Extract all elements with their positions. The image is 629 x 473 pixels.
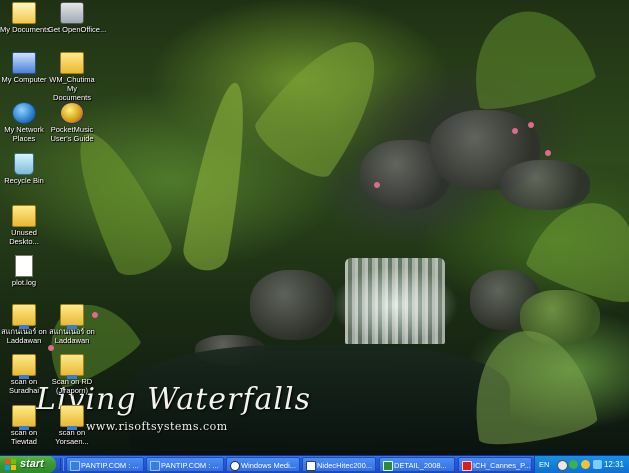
taskbar-button-nidechitec[interactable]: NidecHitec200...: [302, 457, 376, 472]
language-indicator[interactable]: EN: [539, 456, 549, 473]
flower: [374, 182, 380, 188]
desktop-icon-label: My Documents: [0, 25, 51, 34]
taskbar-button-pantip-2[interactable]: PANTIP.COM : ...: [146, 457, 224, 472]
fern-leaf: [180, 78, 258, 274]
clock[interactable]: 12:31: [604, 456, 624, 473]
network-folder-icon: [60, 405, 84, 430]
flower: [48, 345, 54, 351]
desktop-icon-scan-yorsaen[interactable]: scan on Yorsaen...: [48, 405, 96, 446]
spreadsheet-icon: [383, 461, 393, 471]
network-folder-icon: [12, 405, 36, 430]
flower: [528, 122, 534, 128]
desktop-icon-label: สแกนเนอร์ on Laddawan: [49, 327, 95, 345]
ie-icon: [70, 461, 80, 471]
folder-icon: [12, 205, 36, 227]
desktop-icon-recycle-bin[interactable]: Recycle Bin: [0, 153, 48, 185]
taskbar-button-label: ICH_Cannes_P...: [473, 461, 531, 470]
rock: [500, 160, 590, 210]
desktop-icon-label: Get OpenOffice...: [48, 25, 107, 34]
taskbar-button-label: Windows Medi...: [241, 461, 297, 470]
fern-leaf: [59, 121, 178, 283]
taskbar-button-label: PANTIP.COM : ...: [81, 461, 139, 470]
network-tray-icon[interactable]: [557, 460, 568, 471]
desktop-icon-label: WM_Chutima My Documents: [49, 75, 95, 102]
network-places-icon: [12, 102, 36, 124]
network-folder-icon: [12, 354, 36, 379]
desktop-icon-label: Scan on RD (Jiraporn): [51, 377, 93, 395]
desktop-icon-scan-suradhai[interactable]: scan on Suradhai: [0, 354, 48, 395]
my-documents-icon: [12, 2, 36, 24]
taskbar-button-label: PANTIP.COM : ...: [161, 461, 219, 470]
flower: [512, 128, 518, 134]
pocketmusic-icon: [60, 102, 84, 124]
openoffice-icon: [60, 2, 84, 24]
wallpaper-url: www.risoftsystems.com: [86, 420, 228, 433]
taskbar-button-ich-cannes[interactable]: ICH_Cannes_P...: [458, 457, 532, 472]
desktop-icon-my-network-places[interactable]: My Network Places: [0, 102, 48, 143]
desktop-icon-label: Unused Deskto...: [9, 228, 39, 246]
network-folder-icon: [12, 304, 36, 329]
desktop-icon-label: My Network Places: [4, 125, 44, 143]
recycle-bin-icon: [14, 153, 34, 175]
pdf-icon: [462, 461, 472, 471]
desktop-icon-label: Recycle Bin: [4, 176, 44, 185]
desktop-icon-wm-chutima-my-documents[interactable]: WM_Chutima My Documents: [48, 52, 96, 102]
taskbar-button-pantip-1[interactable]: PANTIP.COM : ...: [66, 457, 144, 472]
my-computer-icon: [12, 52, 36, 74]
fern-leaf: [458, 0, 598, 116]
media-player-icon: [230, 461, 240, 471]
start-button[interactable]: start: [0, 456, 56, 473]
desktop-icon-label: scan on Tiewtad: [10, 428, 38, 446]
desktop-icon-label: scan on Suradhai: [8, 377, 40, 395]
desktop-icon-scanner-laddawan-1[interactable]: สแกนเนอร์ on Laddawan: [0, 304, 48, 345]
flower: [545, 150, 551, 156]
desktop-icon-scan-rd-jiraporn[interactable]: Scan on RD (Jiraporn): [48, 354, 96, 395]
volume-tray-icon[interactable]: [581, 460, 590, 469]
desktop-icon-pocketmusic-guide[interactable]: PocketMusic User's Guide: [48, 102, 96, 143]
text-file-icon: [15, 255, 33, 277]
desktop-icon-label: My Computer: [1, 75, 47, 84]
ie-icon: [150, 461, 160, 471]
windows-logo-icon: [5, 459, 16, 470]
desktop-icon-unused-desktop[interactable]: Unused Deskto...: [0, 205, 48, 246]
waterfall: [345, 258, 445, 344]
network-folder-icon: [60, 354, 84, 379]
rock: [250, 270, 335, 340]
document-icon: [306, 461, 316, 471]
desktop-icon-scan-tiewtad[interactable]: scan on Tiewtad: [0, 405, 48, 446]
taskbar-button-label: DETAIL_2008...: [394, 461, 447, 470]
shortcut-folder-icon: [60, 52, 84, 74]
desktop-icon-my-computer[interactable]: My Computer: [0, 52, 48, 84]
start-label: start: [20, 458, 44, 470]
taskbar-button-detail-2008[interactable]: DETAIL_2008...: [379, 457, 455, 472]
desktop-icon-get-openoffice[interactable]: Get OpenOffice...: [48, 2, 107, 34]
security-tray-icon[interactable]: [569, 460, 578, 469]
desktop-icon-scanner-laddawan-2[interactable]: สแกนเนอร์ on Laddawan: [48, 304, 96, 345]
desktop-icon-label: scan on Yorsaen...: [55, 428, 89, 446]
display-tray-icon[interactable]: [593, 460, 602, 469]
taskbar-separator: [60, 458, 64, 471]
taskbar: start PANTIP.COM : ... PANTIP.COM : ... …: [0, 455, 629, 473]
desktop-icon-my-documents[interactable]: My Documents: [0, 2, 51, 34]
taskbar-button-label: NidecHitec200...: [317, 461, 373, 470]
system-tray: EN 12:31: [534, 456, 629, 473]
desktop-icon-plot-log[interactable]: plot.log: [0, 255, 48, 287]
desktop-icon-label: PocketMusic User's Guide: [50, 125, 94, 143]
desktop-icon-label: plot.log: [11, 278, 37, 287]
taskbar-button-windows-media[interactable]: Windows Medi...: [226, 457, 300, 472]
network-folder-icon: [60, 304, 84, 329]
desktop-icon-label: สแกนเนอร์ on Laddawan: [1, 327, 47, 345]
